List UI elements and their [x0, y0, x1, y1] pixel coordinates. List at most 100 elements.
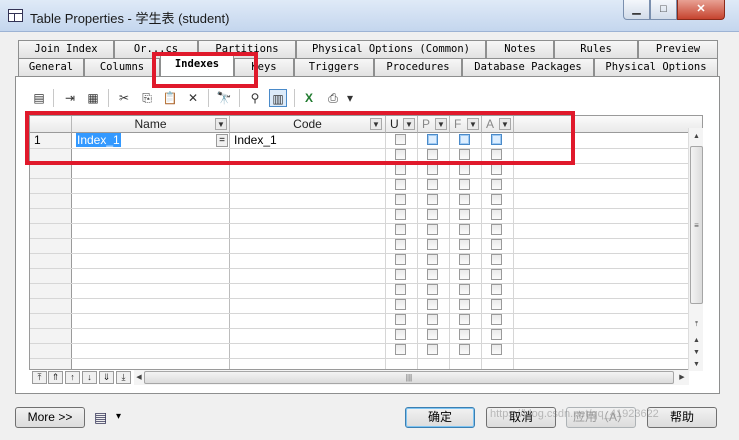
- index-name-cell[interactable]: Index_1: [76, 133, 121, 148]
- foreign-checkbox[interactable]: [459, 194, 470, 205]
- foreign-checkbox[interactable]: [459, 329, 470, 340]
- tab-procedures[interactable]: Procedures: [374, 58, 462, 76]
- more-button[interactable]: More >>: [15, 407, 85, 428]
- chevron-down-icon[interactable]: ▼: [467, 118, 479, 130]
- horizontal-scrollbar[interactable]: ◀ ||| ▶: [134, 370, 689, 385]
- primary-checkbox[interactable]: [427, 284, 438, 295]
- index-code-cell[interactable]: Index_1: [234, 133, 277, 148]
- unique-checkbox[interactable]: [395, 209, 406, 220]
- customize-columns-icon[interactable]: ▥: [269, 89, 287, 107]
- unique-checkbox[interactable]: [395, 314, 406, 325]
- primary-checkbox[interactable]: [427, 239, 438, 250]
- unique-checkbox[interactable]: [395, 329, 406, 340]
- chevron-down-icon[interactable]: ▼: [215, 118, 227, 130]
- move-page-down-button[interactable]: ⇓: [99, 371, 114, 384]
- a-column-header[interactable]: A ▼: [482, 116, 514, 133]
- alternate-checkbox[interactable]: [491, 149, 502, 160]
- paste-icon[interactable]: 📋: [161, 89, 179, 107]
- properties-icon[interactable]: ▤: [30, 89, 48, 107]
- p-column-header[interactable]: P ▼: [418, 116, 450, 133]
- alternate-checkbox[interactable]: [491, 194, 502, 205]
- dropdown-arrow-icon[interactable]: ▾: [344, 89, 356, 107]
- unique-checkbox[interactable]: [395, 239, 406, 250]
- foreign-checkbox[interactable]: [459, 134, 470, 145]
- minimize-button[interactable]: ▁: [623, 0, 650, 20]
- alternate-checkbox[interactable]: [491, 299, 502, 310]
- close-button[interactable]: ✕: [677, 0, 725, 20]
- f-column-header[interactable]: F ▼: [450, 116, 482, 133]
- alternate-checkbox[interactable]: [491, 254, 502, 265]
- primary-checkbox[interactable]: [427, 314, 438, 325]
- unique-checkbox[interactable]: [395, 149, 406, 160]
- chevron-down-icon[interactable]: ▼: [370, 118, 382, 130]
- code-column-header[interactable]: Code ▼: [230, 116, 386, 133]
- unique-checkbox[interactable]: [395, 134, 406, 145]
- foreign-checkbox[interactable]: [459, 269, 470, 280]
- primary-checkbox[interactable]: [427, 179, 438, 190]
- name-column-header[interactable]: Name ▼: [72, 116, 230, 133]
- excel-export-icon[interactable]: X: [300, 89, 318, 107]
- tab-database-packages[interactable]: Database Packages: [462, 58, 594, 76]
- move-to-bottom-button[interactable]: ⤓: [116, 371, 131, 384]
- alternate-checkbox[interactable]: [491, 314, 502, 325]
- foreign-checkbox[interactable]: [459, 299, 470, 310]
- move-down-button[interactable]: ↓: [82, 371, 97, 384]
- unique-checkbox[interactable]: [395, 194, 406, 205]
- tab-preview[interactable]: Preview: [638, 40, 718, 58]
- foreign-checkbox[interactable]: [459, 149, 470, 160]
- insert-row-icon[interactable]: ⇥: [61, 89, 79, 107]
- cut-icon[interactable]: ✂: [115, 89, 133, 107]
- alternate-checkbox[interactable]: [491, 134, 502, 145]
- unique-checkbox[interactable]: [395, 284, 406, 295]
- tab-triggers[interactable]: Triggers: [294, 58, 374, 76]
- tab-columns[interactable]: Columns: [84, 58, 160, 76]
- primary-checkbox[interactable]: [427, 209, 438, 220]
- u-column-header[interactable]: U ▼: [386, 116, 418, 133]
- move-to-top-button[interactable]: ⤒: [32, 371, 47, 384]
- alternate-checkbox[interactable]: [491, 329, 502, 340]
- primary-checkbox[interactable]: [427, 254, 438, 265]
- alternate-checkbox[interactable]: [491, 239, 502, 250]
- foreign-checkbox[interactable]: [459, 209, 470, 220]
- tab-physical-options-common[interactable]: Physical Options (Common): [296, 40, 486, 58]
- alternate-checkbox[interactable]: [491, 284, 502, 295]
- alternate-checkbox[interactable]: [491, 209, 502, 220]
- indexes-grid[interactable]: Name ▼ Code ▼ U ▼ P ▼ F ▼ A ▼ 1 Index_1 …: [29, 115, 703, 370]
- primary-checkbox[interactable]: [427, 224, 438, 235]
- chevron-down-icon[interactable]: ▼: [403, 118, 415, 130]
- scroll-top-icon[interactable]: ⤒: [690, 318, 703, 331]
- foreign-checkbox[interactable]: [459, 239, 470, 250]
- vertical-scroll-thumb[interactable]: ≡: [690, 146, 703, 304]
- primary-checkbox[interactable]: [427, 329, 438, 340]
- primary-checkbox[interactable]: [427, 149, 438, 160]
- find-icon[interactable]: 🔭: [215, 89, 233, 107]
- foreign-checkbox[interactable]: [459, 164, 470, 175]
- name-code-link-button[interactable]: =: [216, 134, 228, 147]
- vertical-scrollbar[interactable]: ▲ ≡ ⤒ ▲ ▼ ▼: [688, 128, 703, 371]
- delete-icon[interactable]: ✕: [184, 89, 202, 107]
- print-icon[interactable]: ⎙: [324, 89, 342, 107]
- move-up-button[interactable]: ↑: [65, 371, 80, 384]
- foreign-checkbox[interactable]: [459, 314, 470, 325]
- alternate-checkbox[interactable]: [491, 164, 502, 175]
- foreign-checkbox[interactable]: [459, 254, 470, 265]
- tab-indexes[interactable]: Indexes: [160, 55, 234, 77]
- alternate-checkbox[interactable]: [491, 269, 502, 280]
- unique-checkbox[interactable]: [395, 299, 406, 310]
- add-row-icon[interactable]: ▦: [84, 89, 102, 107]
- foreign-checkbox[interactable]: [459, 284, 470, 295]
- maximize-button[interactable]: □: [650, 0, 677, 20]
- tab-general[interactable]: General: [18, 58, 84, 76]
- primary-checkbox[interactable]: [427, 134, 438, 145]
- primary-checkbox[interactable]: [427, 344, 438, 355]
- tab-keys[interactable]: Keys: [234, 58, 294, 76]
- filter-icon[interactable]: ⚲: [246, 89, 264, 107]
- scroll-down-icon[interactable]: ▼: [690, 358, 703, 371]
- chevron-down-icon[interactable]: ▾: [116, 409, 126, 425]
- tab-join-index[interactable]: Join Index: [18, 40, 114, 58]
- foreign-checkbox[interactable]: [459, 179, 470, 190]
- ok-button[interactable]: 确定: [405, 407, 475, 428]
- index-name-value[interactable]: Index_1: [76, 133, 121, 147]
- chevron-down-icon[interactable]: ▼: [435, 118, 447, 130]
- alternate-checkbox[interactable]: [491, 344, 502, 355]
